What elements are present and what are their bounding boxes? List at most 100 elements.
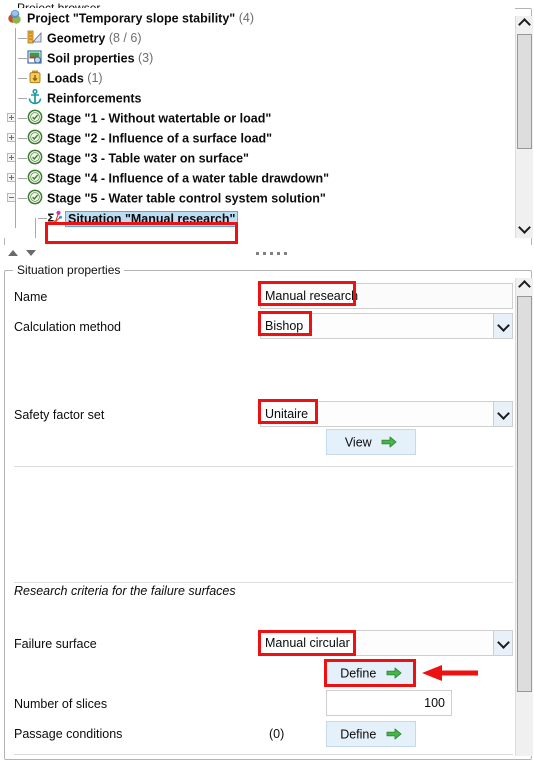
calculation-method-select[interactable]: Bishop xyxy=(260,313,513,339)
tree-node-label: Stage "5 - Water table control system so… xyxy=(47,191,326,206)
chevron-up-icon xyxy=(518,18,531,31)
splitter-collapse-down-icon[interactable] xyxy=(26,250,36,256)
view-button-label: View xyxy=(344,435,372,450)
tree-node[interactable]: Geometry (8 / 6) xyxy=(1,28,515,48)
stage-icon xyxy=(27,189,43,205)
soil-properties-icon xyxy=(27,49,43,65)
passage-conditions-define-button[interactable]: Define xyxy=(326,721,416,747)
tree-node[interactable]: Loads (1) xyxy=(1,68,515,88)
properties-scrollbar-thumb[interactable] xyxy=(517,296,532,692)
row-calculation-method: Calculation method Bishop xyxy=(1,313,513,341)
tree-node-count: (1) xyxy=(87,71,103,85)
tree-node-label: Situation "Manual research" xyxy=(65,210,239,227)
row-safety-factor-set: Safety factor set Unitaire xyxy=(1,401,513,429)
tree-node-label: Stage "2 - Influence of a surface load" xyxy=(47,131,273,146)
tree-node-count: (8 / 6) xyxy=(108,31,142,45)
tree-node[interactable]: Reinforcements xyxy=(1,88,515,108)
tree-node[interactable]: Stage "3 - Table water on surface" xyxy=(1,148,515,168)
arrow-right-icon xyxy=(386,724,402,740)
view-button[interactable]: View xyxy=(326,429,416,455)
stage-icon xyxy=(27,129,43,145)
panel-splitter[interactable] xyxy=(0,245,534,263)
properties-scroll-up-button[interactable] xyxy=(516,278,533,295)
annotation-arrow-left-icon xyxy=(422,665,478,681)
row-number-of-slices: Number of slices 100 xyxy=(1,690,501,718)
failure-surface-label: Failure surface xyxy=(14,637,97,651)
failure-surface-define-button[interactable]: Define xyxy=(326,660,416,686)
name-input[interactable]: Manual research xyxy=(260,283,513,309)
chevron-down-icon[interactable] xyxy=(493,401,513,427)
tree-connector xyxy=(18,178,27,179)
project-icon xyxy=(7,9,23,25)
situation-properties-title: Situation properties xyxy=(13,263,125,277)
tree-node[interactable]: Stage "1 - Without watertable or load" xyxy=(1,108,515,128)
row-name: Name Manual research xyxy=(1,283,513,311)
tree-node[interactable]: Σ Situation "Manual research" xyxy=(1,208,515,228)
tree-node[interactable]: Stage "5 - Water table control system so… xyxy=(1,188,515,208)
tree-node-label: Stage "1 - Without watertable or load" xyxy=(47,111,272,126)
tree-scroll-up-button[interactable] xyxy=(516,16,533,33)
calculation-method-label: Calculation method xyxy=(14,320,122,334)
application-window: Project browser Project "Temporary slope… xyxy=(0,0,534,762)
number-of-slices-input[interactable]: 100 xyxy=(326,690,452,716)
tree-connector xyxy=(18,158,27,159)
tree-node-label: Loads xyxy=(47,71,84,86)
passage-conditions-count: (0) xyxy=(269,727,285,741)
tree-spine xyxy=(15,28,16,228)
safety-factor-set-label: Safety factor set xyxy=(14,408,105,422)
arrow-right-icon xyxy=(386,663,402,679)
tree-node-count: (3) xyxy=(138,51,154,65)
tree-node[interactable]: Soil properties (3) xyxy=(1,48,515,68)
calculation-method-value: Bishop xyxy=(265,319,304,333)
reinforcements-anchor-icon xyxy=(27,89,43,105)
tree-node[interactable]: Stage "4 - Influence of a water table dr… xyxy=(1,168,515,188)
failure-surface-select[interactable]: Manual circular xyxy=(260,630,513,656)
section-separator-2 xyxy=(14,582,513,583)
tree-node-label: Geometry xyxy=(47,31,106,46)
tree-node-label: Soil properties xyxy=(47,51,135,66)
passage-conditions-label: Passage conditions xyxy=(14,727,123,741)
situation-properties-form: Name Manual research Calculation method … xyxy=(1,278,515,756)
section-separator-1 xyxy=(14,466,513,467)
project-browser-tree[interactable]: Project "Temporary slope stability" (4) G… xyxy=(1,8,515,238)
safety-factor-set-select[interactable]: Unitaire xyxy=(260,401,513,427)
loads-icon xyxy=(27,69,43,85)
tree-node[interactable]: Stage "2 - Influence of a surface load" xyxy=(1,128,515,148)
row-failure-surface: Failure surface Manual circular xyxy=(1,630,513,658)
tree-spine xyxy=(35,218,36,238)
tree-node-label: Reinforcements xyxy=(47,91,142,106)
geometry-icon xyxy=(27,29,43,45)
safety-factor-set-value: Unitaire xyxy=(265,407,309,421)
tree-connector xyxy=(18,118,27,119)
situation-icon: Σ xyxy=(47,209,63,225)
chevron-up-icon xyxy=(518,280,531,293)
number-of-slices-label: Number of slices xyxy=(14,697,108,711)
failure-surface-value: Manual circular xyxy=(265,636,350,650)
passage-conditions-define-label: Define xyxy=(340,727,377,742)
tree-scroll-down-button[interactable] xyxy=(516,221,533,238)
tree-connector xyxy=(18,78,27,79)
chevron-down-icon[interactable] xyxy=(493,630,513,656)
chevron-down-icon[interactable] xyxy=(493,313,513,339)
arrow-right-icon xyxy=(381,432,397,448)
tree-connector xyxy=(18,38,27,39)
failure-surface-define-label: Define xyxy=(340,666,377,681)
section-separator-3 xyxy=(14,754,513,755)
stage-icon xyxy=(27,169,43,185)
name-label: Name xyxy=(14,290,48,304)
tree-scrollbar[interactable] xyxy=(515,16,533,238)
tree-node[interactable]: Project "Temporary slope stability" (4) xyxy=(1,8,515,28)
stage-icon xyxy=(27,149,43,165)
tree-node-label: Stage "4 - Influence of a water table dr… xyxy=(47,171,330,186)
splitter-grip[interactable] xyxy=(256,252,306,256)
tree-node-label: Stage "3 - Table water on surface" xyxy=(47,151,249,166)
tree-connector xyxy=(18,98,27,99)
splitter-collapse-up-icon[interactable] xyxy=(8,250,18,256)
svg-text:Σ: Σ xyxy=(47,212,55,225)
row-passage-conditions: Passage conditions (0) Define xyxy=(1,720,501,748)
tree-scrollbar-thumb[interactable] xyxy=(517,34,532,149)
tree-node-count: (4) xyxy=(238,11,254,25)
tree-connector xyxy=(18,138,27,139)
tree-node-label: Project "Temporary slope stability" xyxy=(27,11,236,26)
properties-scrollbar[interactable] xyxy=(515,278,533,756)
